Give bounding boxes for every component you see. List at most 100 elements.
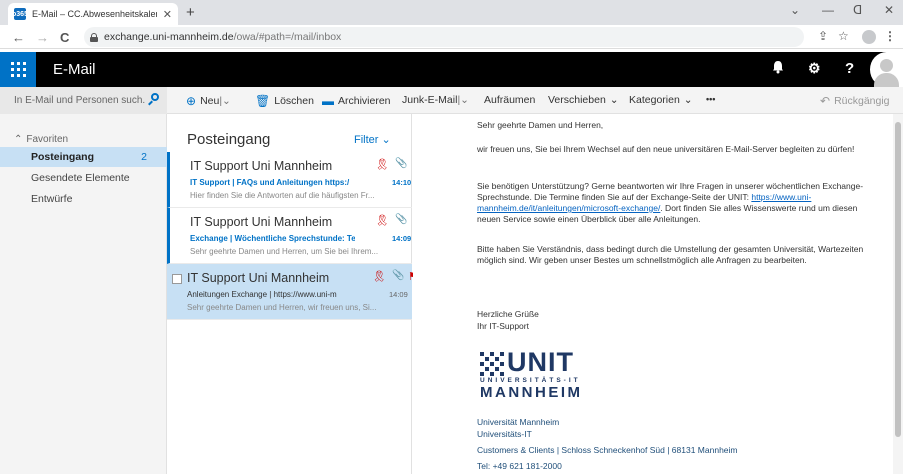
url-text: exchange.uni-mannheim.de/owa/#path=/mail…: [104, 31, 341, 43]
paragraph-2: Sie benötigen Unterstützung? Gerne beant…: [477, 181, 872, 225]
folder-drafts[interactable]: Entwürfe: [0, 189, 167, 209]
chevron-down-icon: ⌄: [683, 94, 693, 106]
reading-scrollbar[interactable]: [893, 114, 903, 474]
notifications-bell-icon[interactable]: [772, 60, 784, 77]
paragraph-3: Bitte haben Sie Verständnis, dass beding…: [477, 244, 864, 265]
message-time: 14:09: [392, 234, 412, 243]
back-button[interactable]: ←: [12, 30, 25, 45]
new-tab-button[interactable]: +: [186, 4, 195, 21]
browser-tab[interactable]: o365 E-Mail – CC.Abwesenheitskalender ✕: [8, 3, 178, 25]
message-preview: Sehr geehrte Damen und Herren, wir freue…: [187, 303, 377, 312]
delete-label: Löschen: [274, 95, 314, 107]
undo-icon: ↶: [820, 94, 831, 108]
message-preview: Sehr geehrte Damen und Herren, um Sie be…: [190, 247, 379, 256]
folder-inbox[interactable]: Posteingang 2: [0, 147, 167, 167]
more-actions-button[interactable]: •••: [706, 94, 715, 104]
settings-gear-icon[interactable]: ⚙: [808, 60, 821, 77]
restore-button[interactable]: ᗡ: [853, 3, 862, 17]
paragraph-1: wir freuen uns, Sie bei Ihrem Wechsel au…: [477, 144, 855, 154]
message-item-selected[interactable]: IT Support Uni Mannheim 🎗 📎 ⚑ Anleitunge…: [167, 264, 418, 320]
close-window-button[interactable]: ✕: [884, 3, 894, 17]
bookmark-star-icon[interactable]: ☆: [838, 29, 849, 43]
new-button[interactable]: ⊕ Neu |⌄: [186, 94, 231, 108]
junk-button[interactable]: Junk-E-Mail |⌄: [402, 94, 469, 106]
message-list: Posteingang Filter ⌄ IT Support Uni Mann…: [167, 114, 418, 474]
command-bar: In E-Mail und Personen such... ⊕ Neu |⌄ …: [0, 87, 903, 114]
trash-icon: 🗑: [255, 94, 271, 108]
logo-city: MANNHEIM: [480, 384, 583, 401]
move-button[interactable]: Verschieben ⌄: [548, 94, 619, 106]
search-input[interactable]: In E-Mail und Personen such...: [14, 95, 146, 106]
minimize-button[interactable]: —: [822, 3, 834, 17]
select-checkbox[interactable]: [172, 274, 182, 284]
tab-close-icon[interactable]: ✕: [163, 8, 172, 21]
message-time: 14:10: [392, 178, 412, 187]
junk-label: Junk-E-Mail: [402, 94, 458, 106]
signature-line: Universität Mannheim: [477, 417, 560, 427]
message-item[interactable]: IT Support Uni Mannheim 🎗 📎 IT Support |…: [167, 152, 412, 208]
delete-button[interactable]: 🗑 Löschen: [255, 94, 314, 108]
archive-label: Archivieren: [338, 95, 391, 107]
message-list-title: Posteingang: [187, 131, 271, 148]
scrollbar-thumb[interactable]: [895, 122, 901, 437]
outlook-favicon-icon: o365: [12, 8, 28, 20]
address-bar[interactable]: exchange.uni-mannheim.de/owa/#path=/mail…: [84, 27, 804, 47]
signature-line: Customers & Clients | Schloss Schneckenh…: [477, 445, 738, 455]
folder-label: Gesendete Elemente: [31, 172, 130, 184]
browser-tabbar: o365 E-Mail – CC.Abwesenheitskalender ✕ …: [0, 0, 903, 25]
favorites-header[interactable]: ⌃ Favoriten: [14, 134, 68, 145]
reading-pane: Sehr geehrte Damen und Herren, wir freue…: [413, 114, 903, 474]
categories-label: Kategorien: [629, 94, 680, 106]
tab-search-icon[interactable]: ⌄: [790, 3, 800, 17]
lock-icon[interactable]: [90, 32, 98, 42]
folder-sent[interactable]: Gesendete Elemente: [0, 168, 167, 188]
logo-unit-text: UNIT: [507, 347, 574, 377]
new-label: Neu: [200, 95, 220, 107]
ribbon-icon: 🎗: [375, 159, 389, 171]
forward-button[interactable]: →: [36, 30, 49, 45]
browser-toolbar: ← → C exchange.uni-mannheim.de/owa/#path…: [0, 25, 903, 49]
share-icon[interactable]: ⇪: [818, 29, 828, 43]
junk-dropdown-caret[interactable]: |⌄: [457, 94, 469, 106]
chevron-down-icon: ⌄: [609, 94, 619, 106]
owa-header: E-Mail ⚙ ?: [0, 52, 903, 87]
signature-name: Ihr IT-Support: [477, 321, 529, 331]
search-box[interactable]: In E-Mail und Personen such...: [0, 87, 167, 114]
url-host: exchange.uni-mannheim.de: [104, 31, 234, 43]
categories-button[interactable]: Kategorien ⌄: [629, 94, 693, 106]
signature-line: Tel: +49 621 181-2000: [477, 461, 562, 471]
message-sender: IT Support Uni Mannheim: [187, 271, 330, 285]
message-subject: Anleitungen Exchange | https://www.uni-m: [187, 290, 337, 299]
filter-button[interactable]: Filter ⌄: [354, 133, 391, 146]
reload-button[interactable]: C: [60, 30, 69, 45]
ribbon-icon: 🎗: [375, 215, 389, 227]
app-launcher-icon[interactable]: [0, 52, 36, 87]
attachment-icon: 📎: [392, 270, 405, 281]
archive-icon: ▬: [322, 94, 334, 108]
move-label: Verschieben: [548, 94, 606, 106]
undo-button[interactable]: ↶ Rückgängig: [820, 94, 890, 108]
message-sender: IT Support Uni Mannheim: [190, 215, 333, 229]
message-subject: IT Support | FAQs und Anleitungen https:…: [190, 178, 350, 187]
logo-subtitle: UNIVERSITÄTS-IT: [480, 377, 581, 384]
attachment-icon: 📎: [395, 214, 408, 225]
tab-title: E-Mail – CC.Abwesenheitskalender: [32, 9, 157, 19]
attachment-icon: 📎: [395, 158, 408, 169]
user-avatar[interactable]: [870, 52, 903, 87]
app-name[interactable]: E-Mail: [53, 61, 96, 78]
folder-label: Entwürfe: [31, 193, 73, 205]
folder-pane: ⌃ Favoriten Posteingang 2 Gesendete Eleme…: [0, 114, 167, 474]
message-item[interactable]: IT Support Uni Mannheim 🎗 📎 Exchange | W…: [167, 208, 412, 264]
help-icon[interactable]: ?: [845, 60, 854, 77]
search-icon[interactable]: [148, 93, 160, 105]
greeting: Sehr geehrte Damen und Herren,: [477, 120, 604, 130]
profile-icon[interactable]: [862, 30, 876, 44]
signature-line: Universitäts-IT: [477, 429, 532, 439]
unit-logo: UNIT UNIVERSITÄTS-IT MANNHEIM: [477, 347, 607, 408]
sweep-button[interactable]: Aufräumen: [484, 94, 535, 106]
url-path: /owa/#path=/mail/inbox: [233, 31, 342, 43]
message-time: 14:09: [389, 290, 408, 299]
new-dropdown-caret[interactable]: |⌄: [219, 95, 231, 107]
archive-button[interactable]: ▬ Archivieren: [322, 94, 391, 108]
menu-dots-icon[interactable]: ⋮: [884, 29, 896, 43]
